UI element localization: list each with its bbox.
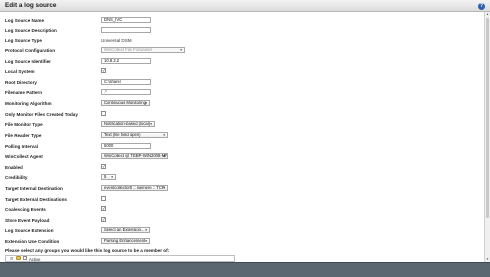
chevron-down-icon: ▾ — [180, 48, 182, 52]
row-target-internal-destination: Target Internal Destination eventcollect… — [0, 184, 484, 194]
local-system-checkbox[interactable]: ✓ — [101, 68, 106, 73]
protocol-configuration-label: Protocol Configuration — [5, 48, 56, 53]
target-internal-destination-select[interactable]: eventcollector0 :: siemere :: TCP ▾ — [101, 185, 168, 191]
tree-expander-icon[interactable]: ⊟ — [10, 257, 14, 261]
log-source-extension-label: Log Source Extension — [5, 228, 54, 233]
wincollect-agent-select[interactable]: WinCollect @ TEBP-WIN2008-MP ▾ — [101, 153, 168, 159]
row-file-reader-type: File Reader Type Text (file held open) ▾ — [0, 131, 484, 141]
row-log-source-description: Log Source Description — [0, 26, 484, 36]
file-monitor-type-label: File Monitor Type — [5, 122, 43, 127]
log-source-type-value: Universal DSM — [101, 38, 132, 43]
log-source-type-label: Log Source Type — [5, 38, 42, 43]
row-monitoring-algorithm: Monitoring Algorithm Continuous Monitori… — [0, 99, 484, 109]
dialog-title: Edit a log source — [5, 2, 57, 9]
filename-pattern-input[interactable]: .* — [101, 89, 151, 95]
scroll-up-icon[interactable]: ▴ — [485, 12, 490, 17]
row-store-event-payload: Store Event Payload ✓ — [0, 216, 484, 226]
row-wincollect-agent: WinCollect Agent WinCollect @ TEBP-WIN20… — [0, 152, 484, 162]
row-extension-use-condition: Extension Use Condition Parsing Enhancem… — [0, 237, 484, 247]
coalescing-events-checkbox[interactable]: ✓ — [101, 206, 106, 211]
store-event-payload-label: Store Event Payload — [5, 218, 50, 223]
extension-use-condition-select[interactable]: Parsing Enhancement ▾ — [101, 238, 150, 244]
file-reader-type-value: Text (file held open) — [104, 132, 141, 137]
wincollect-agent-label: WinCollect Agent — [5, 154, 43, 159]
scrollbar-thumb[interactable] — [486, 18, 489, 218]
row-local-system: Local System ✓ — [0, 67, 484, 77]
row-polling-interval: Polling Interval 5000 — [0, 142, 484, 152]
root-directory-input[interactable]: C:\share\ — [101, 79, 151, 85]
extension-use-condition-value: Parsing Enhancement — [104, 238, 146, 243]
log-source-description-label: Log Source Description — [5, 28, 57, 33]
group-prompt: Please select any groups you would like … — [5, 248, 170, 253]
log-source-identifier-label: Log Source Identifier — [5, 59, 51, 64]
chevron-down-icon: ▾ — [145, 228, 147, 232]
enabled-checkbox[interactable]: ✓ — [101, 164, 106, 169]
target-external-destinations-checkbox[interactable] — [101, 196, 106, 201]
protocol-configuration-value: WinCollect File Forwarder — [104, 47, 153, 52]
vertical-scrollbar[interactable]: ▴ ▾ — [484, 12, 490, 262]
group-tree: ⊟ Active — [5, 255, 235, 262]
log-source-form: Log Source Name DNS_IVC Log Source Descr… — [0, 12, 484, 262]
file-reader-type-label: File Reader Type — [5, 133, 42, 138]
enabled-label: Enabled — [5, 165, 23, 170]
credibility-value: 5 — [104, 174, 107, 179]
local-system-label: Local System — [5, 69, 35, 74]
row-log-source-extension: Log Source Extension Select an Extension… — [0, 226, 484, 236]
chevron-down-icon: ▾ — [145, 101, 147, 105]
filename-pattern-label: Filename Pattern — [5, 90, 43, 95]
chevron-down-icon: ▾ — [145, 239, 147, 243]
log-source-name-input[interactable]: DNS_IVC — [101, 17, 151, 23]
row-log-source-type: Log Source Type Universal DSM — [0, 36, 484, 46]
coalescing-events-label: Coalescing Events — [5, 207, 46, 212]
row-target-external-destinations: Target External Destinations — [0, 195, 484, 205]
file-monitor-type-select[interactable]: Notification-based (local) ▾ — [101, 121, 155, 127]
row-root-directory: Root Directory C:\share\ — [0, 78, 484, 88]
target-internal-destination-label: Target Internal Destination — [5, 186, 63, 191]
monitoring-algorithm-value: Continuous Monitoring — [104, 100, 146, 105]
chevron-down-icon: ▾ — [163, 154, 165, 158]
dialog-footer-bar — [0, 262, 490, 277]
log-source-extension-value: Select an Extension... — [104, 227, 145, 232]
row-log-source-identifier: Log Source Identifier 10.8.2.2 — [0, 57, 484, 67]
dialog-title-bar: Edit a log source ? — [0, 0, 490, 12]
log-source-extension-select[interactable]: Select an Extension... ▾ — [101, 227, 150, 233]
group-checkbox[interactable] — [23, 256, 27, 260]
target-external-destinations-label: Target External Destinations — [5, 197, 67, 202]
log-source-description-input[interactable] — [101, 27, 151, 33]
polling-interval-label: Polling Interval — [5, 144, 38, 149]
folder-icon — [16, 256, 21, 260]
row-credibility: Credibility 5 ▾ — [0, 173, 484, 183]
polling-interval-input[interactable]: 5000 — [101, 143, 151, 149]
file-monitor-type-value: Notification-based (local) — [104, 121, 151, 126]
protocol-configuration-select[interactable]: WinCollect File Forwarder ▾ — [101, 47, 185, 53]
row-coalescing-events: Coalescing Events ✓ — [0, 205, 484, 215]
root-directory-label: Root Directory — [5, 80, 37, 85]
only-monitor-today-label: Only Monitor Files Created Today — [5, 112, 78, 117]
row-filename-pattern: Filename Pattern .* — [0, 88, 484, 98]
row-enabled: Enabled ✓ — [0, 163, 484, 173]
credibility-label: Credibility — [5, 175, 28, 180]
log-source-name-label: Log Source Name — [5, 18, 45, 23]
help-icon[interactable]: ? — [478, 3, 485, 10]
extension-use-condition-label: Extension Use Condition — [5, 239, 60, 244]
store-event-payload-checkbox[interactable]: ✓ — [101, 217, 106, 222]
log-source-identifier-input[interactable]: 10.8.2.2 — [101, 58, 151, 64]
monitoring-algorithm-select[interactable]: Continuous Monitoring ▾ — [101, 100, 150, 106]
monitoring-algorithm-label: Monitoring Algorithm — [5, 101, 52, 106]
chevron-down-icon: ▾ — [163, 133, 165, 137]
row-only-monitor-today: Only Monitor Files Created Today — [0, 110, 484, 120]
wincollect-agent-value: WinCollect @ TEBP-WIN2008-MP — [104, 153, 168, 158]
target-internal-destination-value: eventcollector0 :: siemere :: TCP — [104, 185, 165, 190]
row-file-monitor-type: File Monitor Type Notification-based (lo… — [0, 120, 484, 130]
file-reader-type-select[interactable]: Text (file held open) ▾ — [101, 132, 168, 138]
row-protocol-configuration: Protocol Configuration WinCollect File F… — [0, 46, 484, 56]
row-log-source-name: Log Source Name DNS_IVC — [0, 16, 484, 26]
credibility-select[interactable]: 5 ▾ — [101, 174, 116, 180]
chevron-down-icon: ▾ — [111, 175, 113, 179]
only-monitor-today-checkbox[interactable] — [101, 111, 106, 116]
chevron-down-icon: ▾ — [150, 122, 152, 126]
chevron-down-icon: ▾ — [163, 186, 165, 190]
